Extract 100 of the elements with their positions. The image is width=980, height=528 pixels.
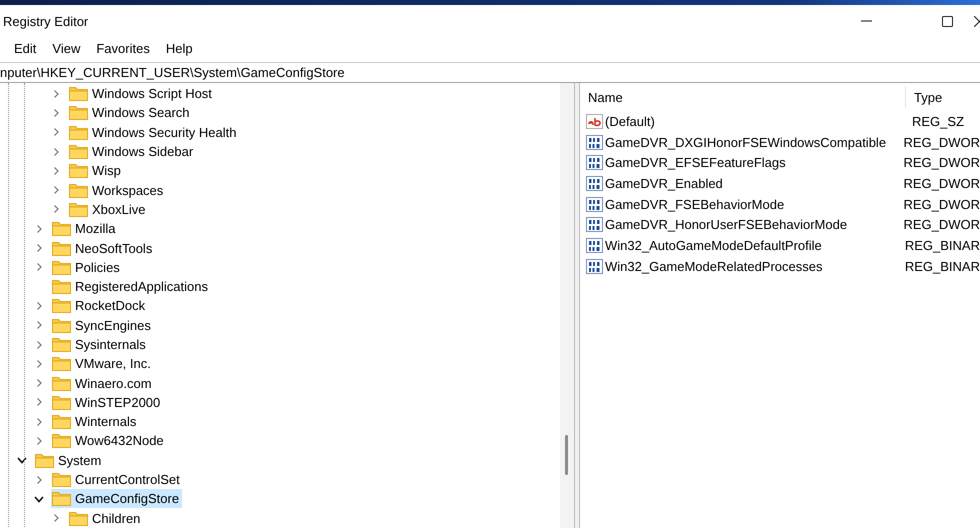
- column-header[interactable]: Type: [906, 90, 942, 104]
- tree-item[interactable]: Winternals: [51, 412, 140, 432]
- scrollbar[interactable]: [560, 83, 574, 528]
- folder-icon: [52, 433, 71, 448]
- value-type: REG_BINAR: [904, 258, 980, 274]
- chevron-right-icon[interactable]: [34, 262, 44, 272]
- value-type: REG_DWOR: [902, 176, 980, 191]
- value-type: REG_DWOR: [902, 155, 980, 170]
- chevron-right-icon[interactable]: [34, 358, 44, 369]
- chevron-right-icon[interactable]: [34, 378, 44, 388]
- chevron-right-icon[interactable]: [51, 127, 61, 138]
- tree-item[interactable]: CurrentControlSet: [51, 470, 183, 490]
- chevron-down-icon[interactable]: [34, 494, 44, 504]
- tree-item[interactable]: Windows Search: [68, 103, 193, 122]
- chevron-right-icon[interactable]: [51, 108, 61, 118]
- chevron-right-icon[interactable]: [34, 436, 44, 446]
- value-type: REG_DWOR: [902, 134, 980, 150]
- tree-item[interactable]: Children: [68, 508, 144, 528]
- folder-icon: [52, 414, 71, 430]
- chevron-right-icon[interactable]: [51, 185, 61, 196]
- binary-value-icon: [586, 155, 603, 170]
- value-type: REG_SZ: [911, 114, 964, 129]
- folder-icon: [69, 124, 88, 140]
- menu-item[interactable]: Edit: [6, 39, 44, 58]
- scrollbar-thumb[interactable]: [565, 435, 568, 475]
- chevron-right-icon[interactable]: [51, 513, 61, 524]
- folder-icon: [52, 491, 71, 506]
- tree-item[interactable]: System: [34, 450, 104, 470]
- string-value-icon: [586, 114, 603, 129]
- folder-icon: [52, 221, 71, 236]
- chevron-right-icon[interactable]: [51, 166, 61, 176]
- address-bar[interactable]: nputer\HKEY_CURRENT_USER\System\GameConfigStore: [0, 62, 980, 83]
- folder-icon: [52, 394, 71, 410]
- tree-item[interactable]: Policies: [51, 258, 123, 277]
- maximize-icon: [942, 16, 952, 26]
- tree-item[interactable]: Windows Sidebar: [68, 142, 196, 162]
- chevron-right-icon[interactable]: [34, 340, 44, 350]
- value-name[interactable]: GameDVR_EFSEFeatureFlags: [605, 155, 786, 170]
- close-icon: [974, 16, 980, 26]
- folder-icon: [69, 163, 88, 178]
- tree-item[interactable]: Workspaces: [68, 180, 166, 200]
- chevron-right-icon[interactable]: [34, 416, 44, 427]
- folder-icon: [35, 452, 54, 468]
- tree-item[interactable]: Wow6432Node: [51, 431, 167, 450]
- tree-item[interactable]: Mozilla: [51, 219, 118, 238]
- chevron-right-icon[interactable]: [51, 146, 61, 157]
- value-name[interactable]: GameDVR_HonorUserFSEBehaviorMode: [605, 217, 848, 232]
- folder-icon: [69, 144, 88, 160]
- binary-value-icon: [586, 196, 603, 212]
- binary-value-icon: [586, 134, 603, 150]
- chevron-right-icon[interactable]: [34, 320, 44, 330]
- tree-item[interactable]: GameConfigStore: [51, 489, 182, 508]
- binary-value-icon: [586, 258, 603, 274]
- folder-icon: [69, 105, 88, 120]
- value-type: REG_BINAR: [904, 238, 980, 253]
- menu-item[interactable]: Favorites: [88, 39, 158, 58]
- column-header[interactable]: Name: [580, 86, 906, 108]
- chevron-right-icon[interactable]: [51, 88, 61, 99]
- chevron-down-icon[interactable]: [17, 455, 27, 466]
- tree-item[interactable]: XboxLive: [68, 200, 148, 219]
- folder-icon: [69, 510, 88, 526]
- chevron-right-icon[interactable]: [34, 474, 44, 485]
- value-name[interactable]: GameDVR_DXGIHonorFSEWindowsCompatible: [605, 134, 886, 150]
- folder-icon: [52, 376, 71, 391]
- tree-item[interactable]: RocketDock: [51, 296, 148, 316]
- folder-icon: [52, 356, 71, 372]
- chevron-right-icon[interactable]: [51, 204, 61, 214]
- menu-item[interactable]: Help: [158, 39, 201, 58]
- tree-item[interactable]: Windows Script Host: [68, 84, 215, 104]
- folder-icon: [52, 472, 71, 488]
- value-type: REG_DWOR: [902, 196, 980, 212]
- value-name[interactable]: Win32_GameModeRelatedProcesses: [605, 258, 822, 274]
- value-name[interactable]: GameDVR_FSEBehaviorMode: [605, 196, 784, 212]
- tree-item[interactable]: Sysinternals: [51, 335, 149, 354]
- binary-value-icon: [586, 238, 603, 253]
- chevron-right-icon[interactable]: [34, 397, 44, 408]
- folder-icon: [52, 298, 71, 314]
- minimize-icon: [860, 20, 872, 22]
- folder-icon: [69, 86, 88, 102]
- menu-item[interactable]: View: [44, 39, 88, 58]
- tree-item[interactable]: NeoSoftTools: [51, 238, 156, 258]
- tree-item[interactable]: VMware, Inc.: [51, 354, 154, 374]
- tree-item[interactable]: RegisteredApplications: [51, 277, 211, 296]
- value-name[interactable]: Win32_AutoGameModeDefaultProfile: [605, 238, 822, 253]
- value-name[interactable]: GameDVR_Enabled: [605, 176, 723, 191]
- tree-item[interactable]: Wisp: [68, 161, 124, 180]
- value-name[interactable]: (Default): [605, 114, 655, 129]
- window-title: Registry Editor: [3, 14, 90, 28]
- chevron-right-icon[interactable]: [34, 224, 44, 234]
- tree-item[interactable]: Windows Security Health: [68, 122, 240, 142]
- folder-icon: [52, 240, 71, 256]
- chevron-right-icon[interactable]: [34, 300, 44, 311]
- tree-item[interactable]: WinSTEP2000: [51, 392, 164, 412]
- folder-icon: [52, 260, 71, 275]
- chevron-right-icon[interactable]: [34, 243, 44, 254]
- folder-icon: [69, 182, 88, 198]
- tree-item[interactable]: Winaero.com: [51, 374, 155, 393]
- tree-item[interactable]: SyncEngines: [51, 316, 154, 335]
- binary-value-icon: [586, 176, 603, 191]
- value-type: REG_DWOR: [902, 217, 980, 232]
